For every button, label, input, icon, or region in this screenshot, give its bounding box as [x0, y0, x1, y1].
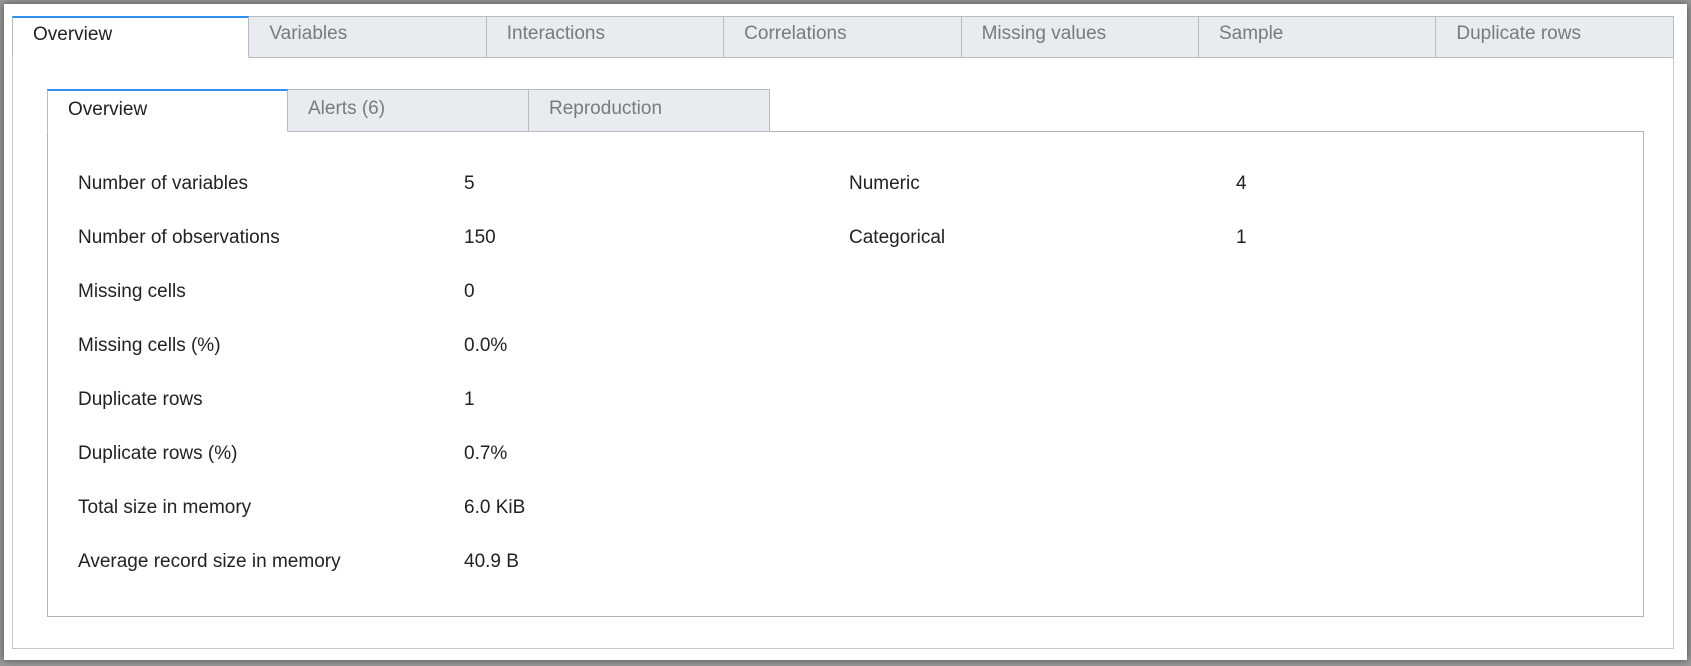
tab-interactions[interactable]: Interactions	[486, 16, 725, 58]
stat-value: 1	[464, 389, 475, 410]
stat-value: 6.0 KiB	[464, 497, 526, 518]
tab-sample[interactable]: Sample	[1198, 16, 1437, 58]
stat-value: 150	[464, 227, 496, 248]
type-value: 1	[1236, 227, 1247, 248]
stat-label: Number of variables	[78, 173, 249, 194]
stat-value: 40.9 B	[464, 551, 519, 572]
tab-duplicate-rows[interactable]: Duplicate rows	[1436, 16, 1674, 58]
tab-variables[interactable]: Variables	[249, 16, 487, 58]
tab-correlations[interactable]: Correlations	[724, 16, 962, 58]
stat-label: Missing cells	[78, 281, 186, 302]
stat-label: Average record size in memory	[78, 551, 341, 572]
overview-panel	[47, 131, 1644, 617]
stat-value: 0.7%	[464, 443, 508, 464]
stat-label: Duplicate rows	[78, 389, 203, 410]
type-value: 4	[1236, 173, 1247, 194]
subtab-alerts[interactable]: Alerts (6)	[288, 89, 529, 132]
stat-label: Duplicate rows (%)	[78, 443, 238, 464]
stat-label: Number of observations	[78, 227, 280, 248]
subtab-reproduction[interactable]: Reproduction	[529, 89, 770, 132]
stat-value: 0.0%	[464, 335, 508, 356]
outer-tab-bar: Overview Variables Interactions Correlat…	[12, 16, 1674, 58]
stat-label: Missing cells (%)	[78, 335, 221, 356]
stat-label: Total size in memory	[78, 497, 252, 518]
stat-value: 5	[464, 173, 475, 194]
type-label: Numeric	[849, 173, 920, 194]
stat-value: 0	[464, 281, 475, 302]
type-label: Categorical	[849, 227, 946, 248]
inner-tab-bar: Overview Alerts (6) Reproduction	[47, 89, 770, 132]
tab-missing-values[interactable]: Missing values	[961, 16, 1199, 58]
tab-overview[interactable]: Overview	[12, 16, 250, 58]
subtab-overview[interactable]: Overview	[47, 89, 288, 132]
